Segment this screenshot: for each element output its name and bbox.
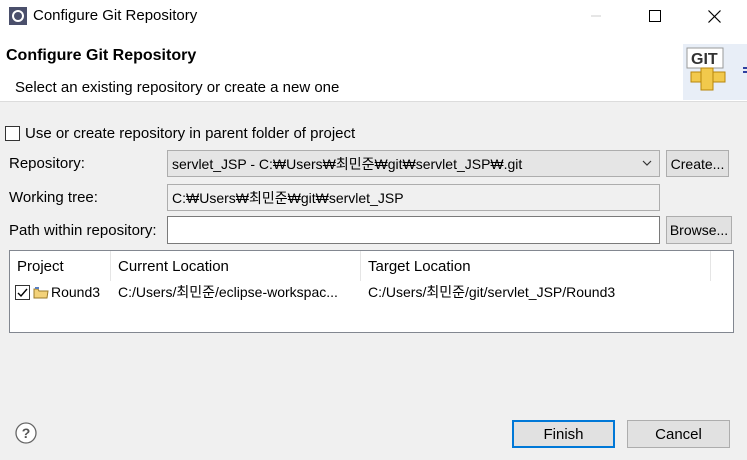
working-tree-label: Working tree:: [9, 189, 98, 206]
repository-select[interactable]: servlet_JSP - C:₩Users₩최민준₩git₩servlet_J…: [167, 150, 660, 177]
window-title: Configure Git Repository: [33, 7, 198, 24]
parent-folder-checkbox[interactable]: [5, 126, 20, 141]
parent-folder-checkbox-label: Use or create repository in parent folde…: [25, 125, 356, 142]
repository-value: servlet_JSP - C:₩Users₩최민준₩git₩servlet_J…: [172, 155, 523, 172]
project-checkbox[interactable]: [15, 284, 30, 300]
maximize-icon: [649, 10, 661, 22]
browse-button[interactable]: Browse...: [666, 216, 732, 244]
target-location-cell: C:/Users/최민준/git/servlet_JSP/Round3: [368, 284, 616, 300]
wizard-banner: Configure Git Repository Select an exist…: [0, 32, 747, 102]
cancel-button[interactable]: Cancel: [627, 420, 730, 448]
help-icon[interactable]: ?: [15, 422, 37, 444]
finish-button[interactable]: Finish: [512, 420, 615, 448]
working-tree-field: C:₩Users₩최민준₩git₩servlet_JSP: [167, 184, 660, 211]
repository-label: Repository:: [9, 155, 85, 172]
path-label: Path within repository:: [9, 222, 157, 239]
minimize-button[interactable]: [573, 0, 619, 32]
eclipse-app-icon: [9, 7, 27, 25]
check-icon: [17, 288, 28, 297]
project-name: Round3: [51, 284, 101, 300]
current-location-cell: C:/Users/최민준/eclipse-workspac...: [118, 284, 338, 300]
projects-table: Project Current Location Target Location…: [9, 250, 734, 333]
close-icon: [707, 9, 721, 23]
minimize-icon: [591, 15, 601, 17]
banner-title: Configure Git Repository: [6, 47, 197, 64]
maximize-button[interactable]: [632, 0, 678, 32]
git-icon: GIT: [683, 44, 747, 100]
svg-text:?: ?: [22, 425, 31, 441]
path-input[interactable]: [167, 216, 660, 244]
chevron-down-icon: [642, 160, 652, 166]
column-header-current-location[interactable]: Current Location: [111, 251, 361, 281]
column-header-project[interactable]: Project: [10, 251, 111, 281]
close-button[interactable]: [691, 0, 737, 32]
column-header-target-location[interactable]: Target Location: [361, 251, 711, 281]
project-folder-icon: [33, 286, 49, 298]
title-bar: Configure Git Repository: [0, 0, 747, 32]
create-button[interactable]: Create...: [666, 150, 729, 177]
project-cell: Round3: [10, 280, 111, 304]
svg-text:GIT: GIT: [691, 51, 718, 68]
banner-description: Select an existing repository or create …: [15, 79, 340, 96]
parent-folder-option[interactable]: Use or create repository in parent folde…: [5, 125, 355, 142]
